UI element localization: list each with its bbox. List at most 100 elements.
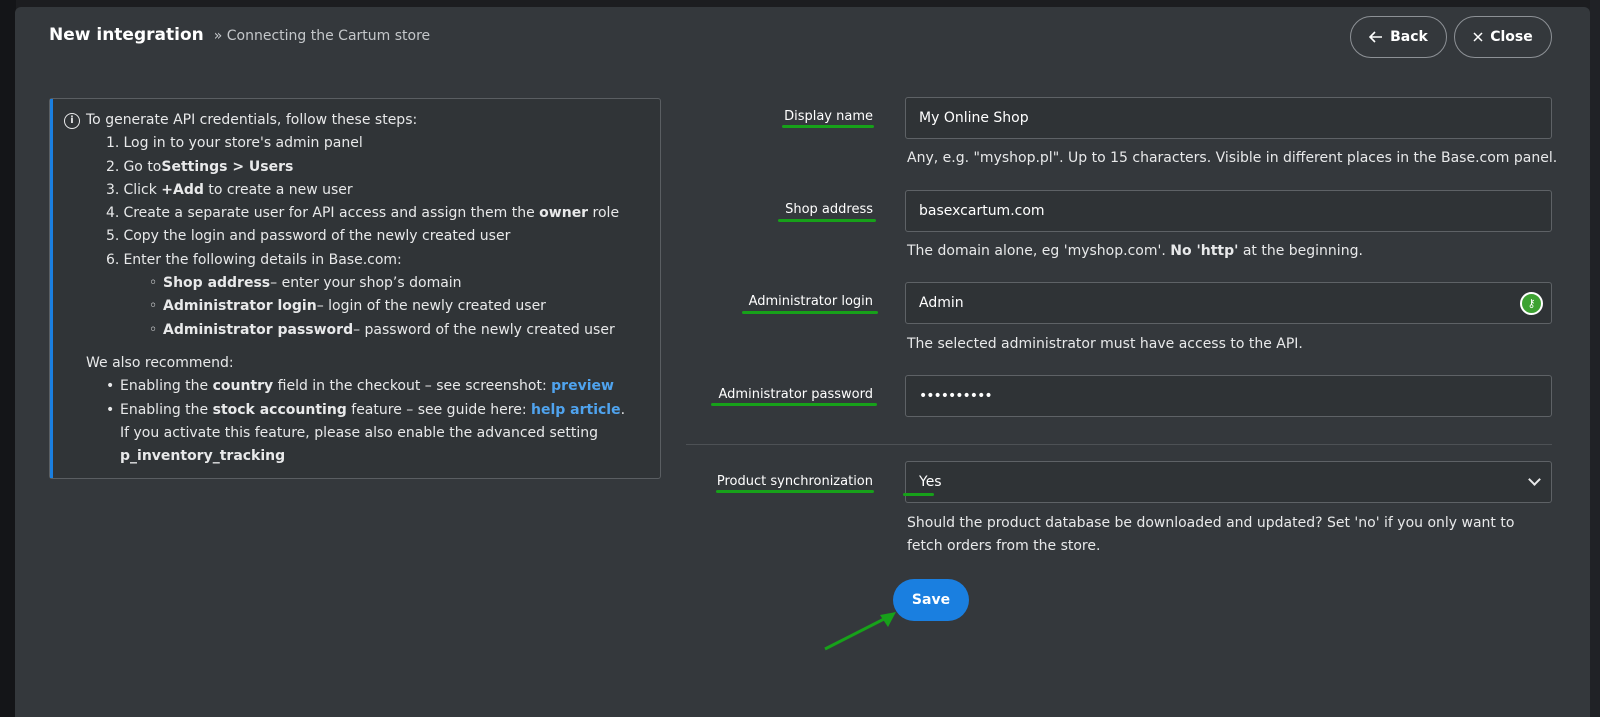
shop-address-label: Shop address: [785, 202, 873, 217]
step-text: Click: [123, 181, 157, 198]
step-text: to create a new user: [208, 181, 353, 198]
detail-text: – password of the newly created user: [353, 321, 615, 338]
info-icon: i: [64, 112, 80, 129]
highlight-underline: [711, 403, 877, 406]
step-item: 1. Log in to your store's admin panel: [106, 132, 630, 155]
recommend-list: • Enabling the country field in the check…: [64, 375, 630, 468]
detail-item: ◦ Administrator login – login of the newl…: [149, 295, 630, 318]
step-text: Enter the following details in Base.com:: [123, 251, 402, 268]
detail-text: – enter your shop’s domain: [270, 275, 462, 292]
back-button[interactable]: Back: [1350, 16, 1447, 58]
highlight-underline: [903, 493, 934, 496]
step-bold: +Add: [161, 181, 204, 198]
steps-list: 1. Log in to your store's admin panel 2.…: [64, 132, 630, 272]
modal-header: New integration » Connecting the Cartum …: [49, 25, 430, 45]
info-accent-bar: [50, 99, 53, 478]
admin-login-label: Administrator login: [748, 294, 873, 309]
step-item: 3. Click +Add to create a new user: [106, 179, 630, 202]
bullet-icon: ◦: [149, 298, 158, 315]
rec-text: Enabling the: [120, 401, 213, 418]
chevron-down-icon: [1528, 473, 1541, 486]
arrow-left-icon: [1369, 31, 1383, 43]
save-button[interactable]: Save: [893, 579, 969, 621]
password-manager-icon[interactable]: ⚷: [1520, 292, 1543, 315]
detail-bold: Shop address: [163, 275, 271, 292]
admin-login-value: Admin: [919, 295, 964, 311]
product-sync-value: Yes: [919, 474, 942, 490]
detail-bold: Administrator login: [163, 298, 317, 315]
highlight-underline: [742, 311, 878, 314]
integration-modal: New integration » Connecting the Cartum …: [15, 7, 1590, 717]
api-instructions-box: i To generate API credentials, follow th…: [49, 98, 661, 479]
step-item: 5. Copy the login and password of the ne…: [106, 225, 630, 248]
rec-code: p_inventory_tracking: [120, 448, 286, 465]
recommend-title: We also recommend:: [86, 354, 234, 371]
step-text: Log in to your store's admin panel: [123, 135, 363, 152]
step-text: Create a separate user for API access an…: [123, 205, 535, 222]
help-article-link[interactable]: help article: [531, 402, 621, 418]
step-number: 4.: [106, 205, 120, 222]
product-sync-label: Product synchronization: [716, 474, 873, 489]
step-number: 5.: [106, 228, 120, 245]
detail-item: ◦ Administrator password – password of th…: [149, 319, 630, 342]
bullet-icon: •: [106, 401, 115, 418]
display-name-label: Display name: [784, 109, 873, 124]
step-bold: owner: [539, 205, 589, 222]
highlight-underline: [716, 490, 874, 493]
product-sync-hint: Should the product database be downloade…: [907, 515, 1515, 554]
bullet-icon: ◦: [149, 275, 158, 292]
highlight-underline: [782, 125, 874, 128]
page-backdrop-right: [1590, 0, 1600, 717]
modal-subtitle: » Connecting the Cartum store: [213, 28, 431, 44]
step-bold: Settings > Users: [161, 158, 294, 175]
step-text: role: [592, 205, 620, 222]
bullet-icon: ◦: [149, 321, 158, 338]
close-button-label: Close: [1490, 29, 1533, 45]
admin-password-input[interactable]: ••••••••••: [905, 375, 1552, 417]
step-number: 2.: [106, 158, 120, 175]
rec-text: feature – see guide here:: [346, 401, 531, 418]
step-number: 6.: [106, 251, 120, 268]
info-intro-text: To generate API credentials, follow thes…: [86, 112, 418, 128]
step-text: Go to: [123, 158, 162, 175]
bullet-icon: •: [106, 378, 115, 395]
back-button-label: Back: [1390, 29, 1428, 45]
info-intro: i To generate API credentials, follow th…: [64, 109, 630, 132]
product-sync-select[interactable]: Yes: [905, 461, 1552, 503]
step-text: Copy the login and password of the newly…: [123, 228, 511, 245]
green-arrow-icon: [824, 612, 896, 651]
rec-bold: country: [212, 378, 274, 395]
shop-address-hint: The domain alone, eg 'myshop.com'. No 'h…: [907, 240, 1363, 263]
detail-item: ◦ Shop address – enter your shop’s domain: [149, 272, 630, 295]
display-name-input[interactable]: My Online Shop: [905, 97, 1552, 139]
recommend-item: • Enabling the country field in the check…: [106, 375, 630, 398]
admin-login-hint: The selected administrator must have acc…: [907, 336, 1303, 352]
rec-text: field in the checkout – see screenshot:: [273, 378, 552, 395]
hint-text: at the beginning.: [1238, 243, 1363, 259]
preview-link[interactable]: preview: [551, 378, 614, 394]
hint-text: The domain alone, eg 'myshop.com'.: [907, 243, 1171, 259]
detail-bold: Administrator password: [163, 321, 354, 338]
admin-password-label: Administrator password: [718, 387, 873, 402]
step-item: 4. Create a separate user for API access…: [106, 202, 630, 225]
recommend-item: • Enabling the stock accounting feature –…: [106, 399, 630, 469]
detail-text: – login of the newly created user: [316, 298, 546, 315]
highlight-underline: [778, 219, 876, 222]
hint-bold: No 'http': [1170, 243, 1239, 259]
section-divider: [686, 444, 1552, 445]
step-item: 6. Enter the following details in Base.c…: [106, 249, 630, 272]
admin-login-input[interactable]: Admin ⚷: [905, 282, 1552, 324]
shop-address-input[interactable]: basexcartum.com: [905, 190, 1552, 232]
close-button[interactable]: Close: [1454, 16, 1552, 58]
info-content: i To generate API credentials, follow th…: [64, 109, 630, 468]
step-number: 1.: [106, 135, 120, 152]
rec-bold: stock accounting: [212, 401, 347, 418]
page-backdrop: [0, 0, 16, 717]
details-list: ◦ Shop address – enter your shop’s domain…: [64, 272, 630, 342]
step-item: 2. Go to Settings > Users: [106, 156, 630, 179]
modal-title: New integration: [49, 25, 204, 45]
rec-text: Enabling the: [120, 378, 213, 395]
display-name-hint: Any, e.g. "myshop.pl". Up to 15 characte…: [907, 150, 1558, 166]
step-number: 3.: [106, 181, 120, 198]
close-icon: [1473, 32, 1483, 42]
